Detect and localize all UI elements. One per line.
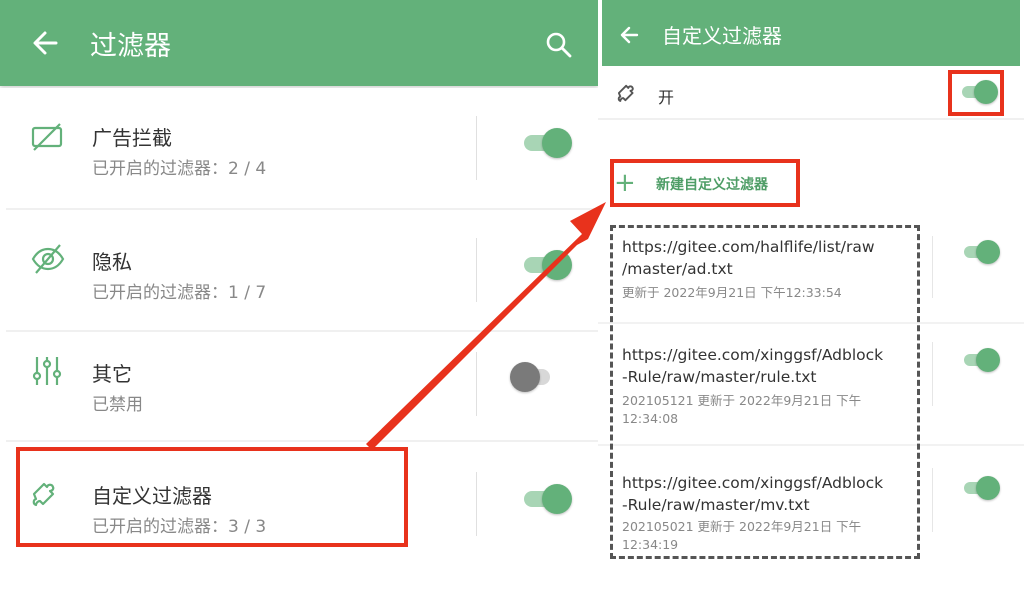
pointer-arrow (366, 202, 606, 450)
